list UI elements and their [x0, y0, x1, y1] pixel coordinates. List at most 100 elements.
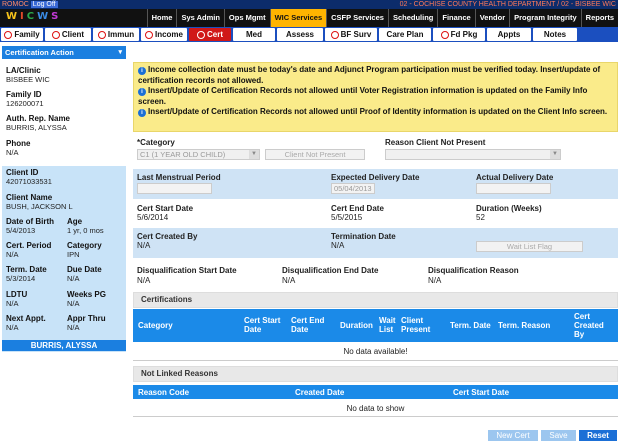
alert-circle-icon	[330, 30, 339, 39]
cert-created-label: Cert Created By	[137, 232, 198, 241]
alert-circle-icon	[4, 30, 13, 39]
tab-fd-pkg[interactable]: Fd Pkg	[433, 28, 485, 41]
duration-label: Duration (Weeks)	[476, 204, 542, 213]
top-status-bar: ROMOC Log Off 02 - COCHISE COUNTY HEALTH…	[0, 0, 618, 9]
category-select[interactable]: C1 (1 YEAR OLD CHILD) ▼	[137, 149, 260, 160]
alert-circle-icon	[440, 30, 449, 39]
nav-home[interactable]: Home	[146, 9, 177, 27]
nav-finance[interactable]: Finance	[437, 9, 474, 27]
nav-program-integrity[interactable]: Program Integrity	[509, 9, 581, 27]
disq-end-label: Disqualification End Date	[282, 266, 379, 275]
main-nav: Home Sys Admin Ops Mgmt WIC Services CSF…	[146, 9, 618, 27]
la-clinic: LA/Clinic BISBEE WIC	[6, 66, 50, 84]
term-date: Term. Date 5/3/2014	[6, 265, 47, 283]
col-term-reason[interactable]: Term. Reason	[498, 321, 550, 330]
certifications-no-data: No data available!	[133, 343, 618, 361]
edd-label: Expected Delivery Date	[331, 173, 420, 182]
logo-wordmark: WICWS	[6, 11, 62, 22]
tab-family[interactable]: Family	[1, 28, 43, 41]
lmp-input[interactable]	[137, 183, 212, 194]
save-button[interactable]: Save	[541, 430, 576, 441]
chevron-down-icon: ▾	[118, 49, 122, 56]
col-cert-start-date[interactable]: Cert Start Date	[244, 316, 288, 334]
client-name: Client Name BUSH, JACKSON L	[6, 193, 73, 211]
termination-date-label: Termination Date	[331, 232, 396, 241]
not-linked-reasons-header: Not Linked Reasons	[133, 366, 618, 382]
col-cert-start-date[interactable]: Cert Start Date	[453, 388, 509, 397]
wic-logo: WICWS	[0, 9, 165, 27]
duration-value: 52	[476, 213, 485, 222]
nav-sys-admin[interactable]: Sys Admin	[176, 9, 223, 27]
nav-csfp-services[interactable]: CSFP Services	[326, 9, 388, 27]
nav-wic-services[interactable]: WIC Services	[269, 9, 327, 27]
new-cert-button[interactable]: New Cert	[488, 430, 538, 441]
tab-income[interactable]: Income	[141, 28, 187, 41]
logoff-link[interactable]: Log Off	[30, 1, 58, 8]
patient-name-bar[interactable]: BURRIS, ALYSSA	[2, 340, 126, 351]
chevron-down-icon: ▼	[249, 150, 259, 159]
col-cert-created-by[interactable]: Cert Created By	[574, 312, 606, 339]
cert-end-label: Cert End Date	[331, 204, 384, 213]
col-client-present[interactable]: Client Present	[401, 316, 441, 334]
cert-start-label: Cert Start Date	[137, 204, 194, 213]
col-cert-end-date[interactable]: Cert End Date	[291, 316, 333, 334]
age: Age 1 yr, 0 mos	[67, 217, 104, 235]
weeks-pg: Weeks PG N/A	[67, 290, 106, 308]
phone: Phone N/A	[6, 139, 31, 157]
cert-end-value: 5/5/2015	[331, 213, 363, 222]
location-label: 02 - COCHISE COUNTY HEALTH DEPARTMENT / …	[399, 1, 616, 8]
alert-messages: i Income collection date must be today's …	[133, 62, 618, 132]
tab-immun[interactable]: Immun	[93, 28, 139, 41]
nav-ops-mgmt[interactable]: Ops Mgmt	[223, 9, 270, 27]
col-duration[interactable]: Duration	[340, 321, 373, 330]
category-label: *Category	[137, 138, 175, 147]
certifications-header: Certifications	[133, 292, 618, 308]
disq-start-value: N/A	[137, 276, 151, 285]
lmp-label: Last Menstrual Period	[137, 173, 221, 182]
edd-input[interactable]: 05/04/2013	[331, 183, 375, 194]
col-term-date[interactable]: Term. Date	[450, 321, 491, 330]
actual-delivery-input[interactable]	[476, 183, 551, 194]
col-wait-list[interactable]: Wait List	[379, 316, 399, 334]
tab-assess[interactable]: Assess	[277, 28, 323, 41]
tab-notes[interactable]: Notes	[533, 28, 577, 41]
termination-date-value: N/A	[331, 241, 345, 250]
nav-scheduling[interactable]: Scheduling	[387, 9, 437, 27]
alert-message: i Insert/Update of Certification Records …	[138, 107, 613, 118]
auth-rep-name: Auth. Rep. Name BURRIS, ALYSSA	[6, 114, 71, 132]
date-of-birth: Date of Birth 5/4/2013	[6, 217, 54, 235]
ldtu: LDTU N/A	[6, 290, 28, 308]
tab-care-plan[interactable]: Care Plan	[379, 28, 431, 41]
col-category[interactable]: Category	[138, 321, 173, 330]
disq-end-value: N/A	[282, 276, 296, 285]
nav-vendor[interactable]: Vendor	[474, 9, 509, 27]
wait-list-flag-button[interactable]: Wait List Flag	[476, 241, 583, 252]
next-appt: Next Appt. N/A	[6, 314, 46, 332]
family-id: Family ID 126200071	[6, 90, 44, 108]
client-not-present-button[interactable]: Client Not Present	[265, 149, 365, 160]
user-info: ROMOC Log Off	[2, 0, 58, 9]
reason-client-not-present-label: Reason Client Not Present	[385, 138, 486, 147]
due-date: Due Date N/A	[67, 265, 102, 283]
chevron-down-icon: ▼	[550, 150, 560, 159]
reset-button[interactable]: Reset	[579, 430, 617, 441]
tab-cert[interactable]: Cert	[189, 28, 231, 41]
not-linked-table-header: Reason Code Created Date Cert Start Date	[133, 385, 618, 399]
tab-client[interactable]: Client	[45, 28, 91, 41]
tab-med[interactable]: Med	[233, 28, 275, 41]
col-reason-code[interactable]: Reason Code	[138, 388, 189, 397]
reason-client-not-present-select[interactable]: ▼	[385, 149, 561, 160]
alert-message: i Income collection date must be today's …	[138, 65, 601, 85]
col-created-date[interactable]: Created Date	[295, 388, 344, 397]
cert-created-value: N/A	[137, 241, 151, 250]
certification-action-dropdown[interactable]: Certification Action ▾	[2, 46, 126, 59]
tab-bf-surv[interactable]: BF Surv	[325, 28, 377, 41]
alert-circle-icon	[51, 30, 60, 39]
client-tabs: Family Client Immun Income Cert Med Asse…	[0, 27, 618, 42]
tab-appts[interactable]: Appts	[487, 28, 531, 41]
nav-reports[interactable]: Reports	[580, 9, 618, 27]
not-linked-no-data: No data to show	[133, 400, 618, 417]
cert-period: Cert. Period N/A	[6, 241, 52, 259]
info-icon: i	[138, 88, 146, 96]
certifications-table-header: Category Cert Start Date Cert End Date D…	[133, 309, 618, 342]
